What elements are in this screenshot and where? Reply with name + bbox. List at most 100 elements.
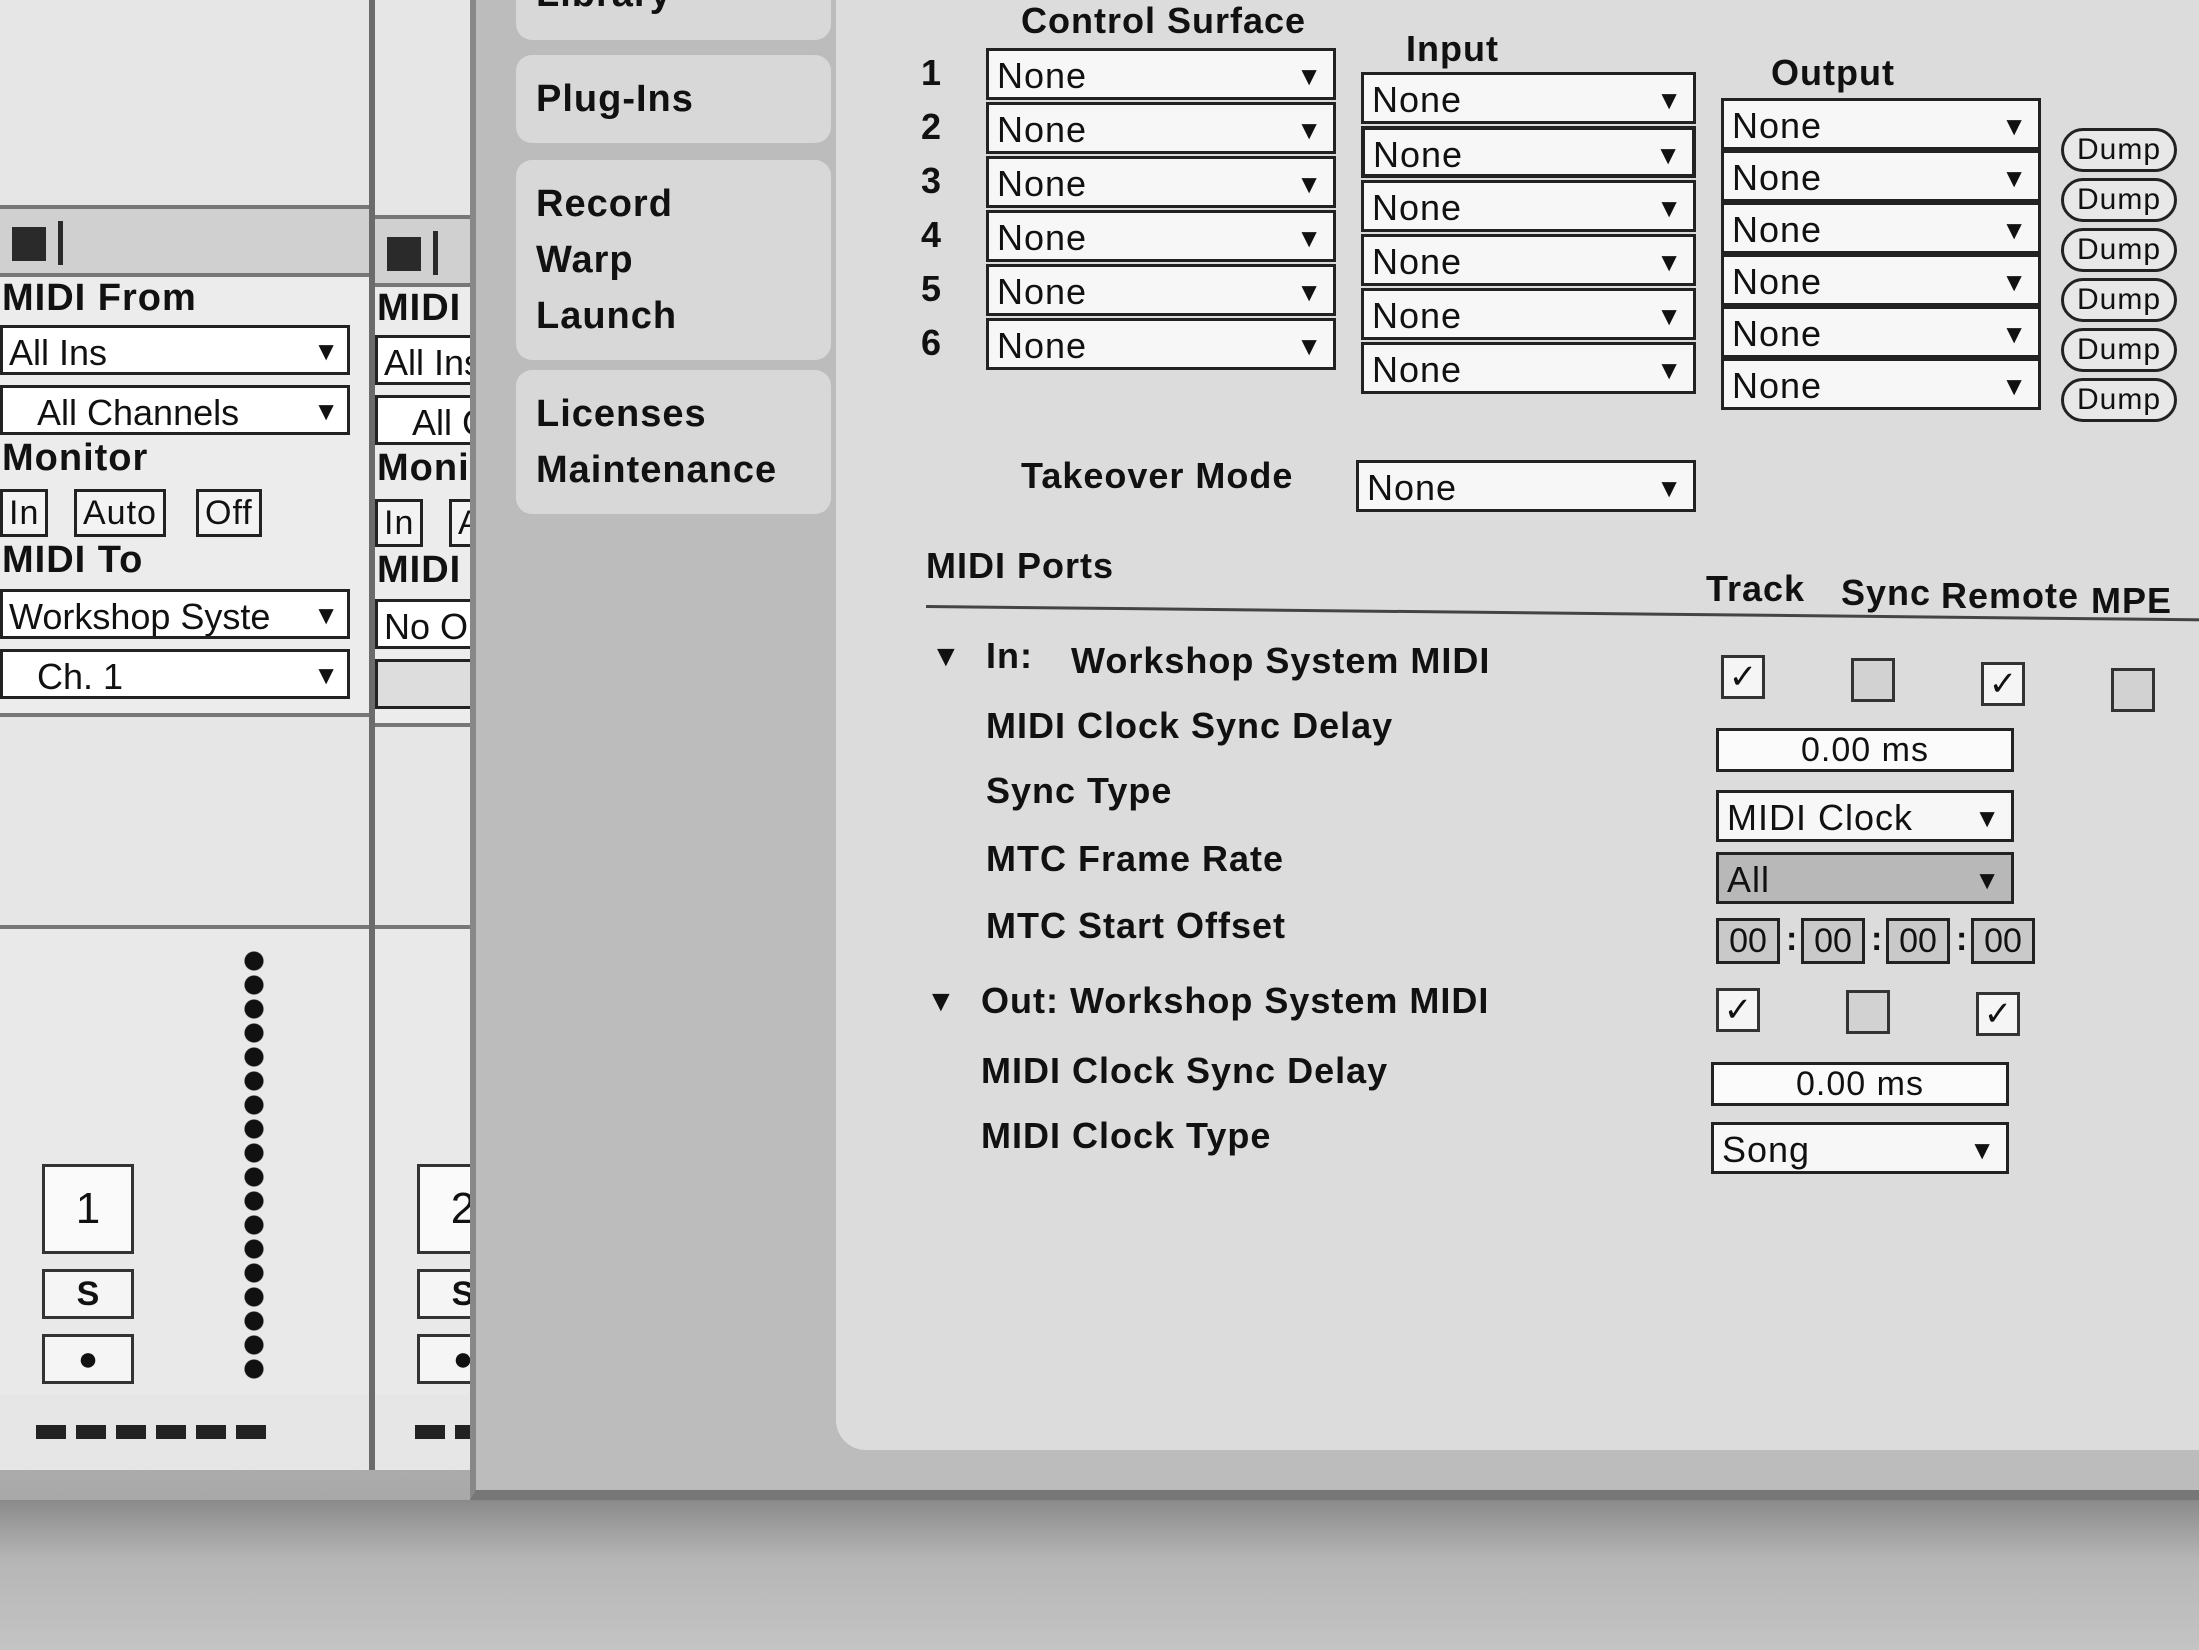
takeover-mode-value: None [1367,467,1458,508]
tab-record-warp-launch[interactable]: Record Warp Launch [516,160,831,360]
control-surface-select[interactable]: None ▼ [986,156,1336,208]
chevron-down-icon: ▼ [2001,267,2028,297]
mtc-frame-rate-select[interactable]: All ▼ [1716,852,2014,904]
midi-from-select[interactable]: All Ins ▼ [0,325,350,375]
output-header: Output [1771,52,1895,93]
control-surface-value: None [997,217,1088,258]
crossfade-indicator [415,1425,475,1439]
mtc-offset-hours[interactable]: 00 [1716,918,1780,964]
in-clock-delay-field[interactable]: 0.00 ms [1716,728,2014,772]
arm-button[interactable]: ● [42,1334,134,1384]
out-sync-checkbox[interactable] [1846,990,1890,1034]
expand-triangle-icon[interactable]: ▼ [931,640,961,674]
chevron-down-icon: ▼ [1656,85,1683,115]
midi-to-channel-select[interactable]: Ch. 1 ▼ [0,649,350,699]
midi-channel-select[interactable]: All Channels ▼ [0,385,350,435]
sync-type-label: Sync Type [986,770,1173,811]
record-arm-icon: ● [77,1340,99,1378]
mtc-frame-rate-label: MTC Frame Rate [986,838,1285,879]
input-select[interactable]: None ▼ [1361,126,1696,178]
midi-to-value: Workshop Syste [9,596,271,637]
chevron-down-icon: ▼ [2001,215,2028,245]
tab-licenses-label: Licenses [536,393,707,435]
stop-icon[interactable] [387,237,421,271]
monitor-off-button[interactable]: Off [196,489,262,537]
output-value: None [1732,365,1823,406]
output-value: None [1732,105,1823,146]
mtc-offset-frames[interactable]: 00 [1971,918,2035,964]
mtc-offset-minutes[interactable]: 00 [1801,918,1865,964]
control-surface-select[interactable]: None ▼ [986,264,1336,316]
midi-from-value: All Ins [9,332,108,373]
input-select[interactable]: None ▼ [1361,234,1696,286]
row-number: 4 [920,214,942,255]
in-remote-checkbox[interactable]: ✓ [1981,662,2025,706]
input-select[interactable]: None ▼ [1361,288,1696,340]
input-select[interactable]: None ▼ [1361,180,1696,232]
output-select[interactable]: None ▼ [1721,358,2041,410]
midi-clock-type-label: MIDI Clock Type [981,1115,1272,1156]
chevron-down-icon: ▼ [1296,169,1323,199]
out-track-checkbox[interactable]: ✓ [1716,988,1760,1032]
row-number: 2 [920,106,942,147]
row-number: 1 [920,52,942,93]
monitor-auto-button[interactable]: Auto [74,489,166,537]
tab-library[interactable]: Library [516,0,831,40]
dump-button[interactable]: Dump [2061,378,2177,422]
out-clock-delay-field[interactable]: 0.00 ms [1711,1062,2009,1106]
divider-icon [433,231,438,275]
link-midi-panel: Control Surface Input Output 1 None ▼ Non… [836,0,2199,1450]
chevron-down-icon: ▼ [1655,140,1682,170]
tab-licenses-maintenance[interactable]: Licenses Maintenance [516,370,831,514]
solo-button[interactable]: S [42,1269,134,1319]
in-clock-delay-label: MIDI Clock Sync Delay [986,705,1394,746]
chevron-down-icon: ▼ [2001,319,2028,349]
in-mpe-checkbox[interactable] [2111,668,2155,712]
dump-button[interactable]: Dump [2061,228,2177,272]
midi-channel-value: All Channels [37,392,240,433]
mtc-offset-seconds[interactable]: 00 [1886,918,1950,964]
control-surface-select[interactable]: None ▼ [986,210,1336,262]
control-surface-select[interactable]: None ▼ [986,318,1336,370]
monitor-in-button[interactable]: In [0,489,49,537]
output-select[interactable]: None ▼ [1721,150,2041,202]
in-sync-checkbox[interactable] [1851,658,1895,702]
control-surface-value: None [997,55,1088,96]
midi-clock-type-select[interactable]: Song ▼ [1711,1122,2009,1174]
chevron-down-icon: ▼ [313,336,339,366]
dump-button[interactable]: Dump [2061,328,2177,372]
tab-plug-ins[interactable]: Plug-Ins [516,55,831,143]
midi-to-channel-value: Ch. 1 [37,656,124,697]
control-surface-select[interactable]: None ▼ [986,102,1336,154]
takeover-mode-label: Takeover Mode [1021,455,1294,496]
output-select[interactable]: None ▼ [1721,202,2041,254]
control-surface-select[interactable]: None ▼ [986,48,1336,100]
crossfade-indicator [36,1425,276,1439]
dump-button[interactable]: Dump [2061,178,2177,222]
monitor-in-button[interactable]: In [375,499,424,547]
mpe-column-header: MPE [2091,580,2173,621]
input-select[interactable]: None ▼ [1361,72,1696,124]
dump-button[interactable]: Dump [2061,128,2177,172]
chevron-down-icon: ▼ [1296,61,1323,91]
input-select[interactable]: None ▼ [1361,342,1696,394]
output-value: None [1732,209,1823,250]
stop-icon[interactable] [12,227,46,261]
sync-type-select[interactable]: MIDI Clock ▼ [1716,790,2014,842]
output-select[interactable]: None ▼ [1721,254,2041,306]
output-value: None [1732,157,1823,198]
track-1-header[interactable] [0,205,369,277]
preferences-window: Library Plug-Ins Record Warp Launch Lice… [470,0,2199,1500]
expand-triangle-icon[interactable]: ▼ [926,985,956,1019]
chevron-down-icon: ▼ [1656,193,1683,223]
output-select[interactable]: None ▼ [1721,98,2041,150]
chevron-down-icon: ▼ [2001,371,2028,401]
control-surface-value: None [997,163,1088,204]
output-select[interactable]: None ▼ [1721,306,2041,358]
track-activator[interactable]: 1 [42,1164,134,1254]
takeover-mode-select[interactable]: None ▼ [1356,460,1696,512]
in-track-checkbox[interactable]: ✓ [1721,655,1765,699]
out-remote-checkbox[interactable]: ✓ [1976,992,2020,1036]
dump-button[interactable]: Dump [2061,278,2177,322]
midi-to-select[interactable]: Workshop Syste ▼ [0,589,350,639]
